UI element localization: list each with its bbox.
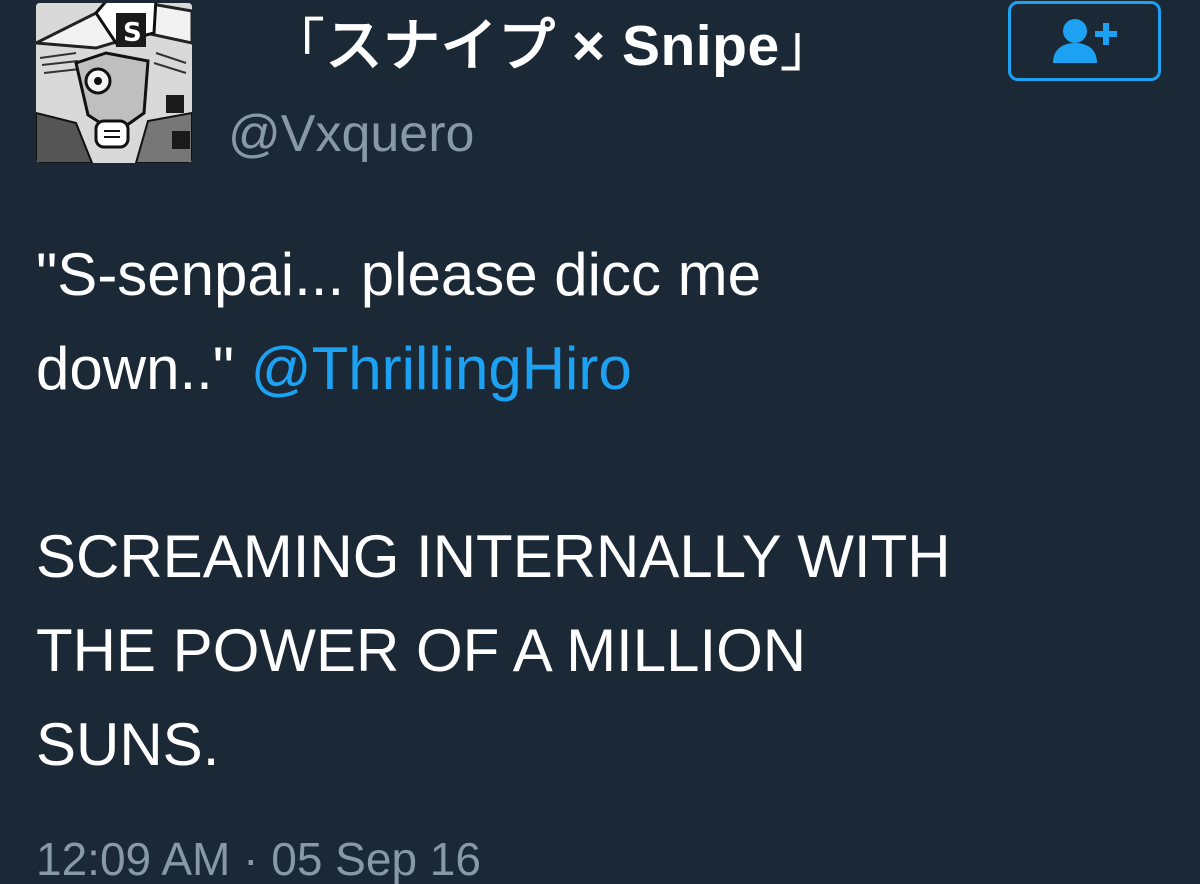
tweet-line-4: THE POWER OF A MILLION — [36, 617, 807, 684]
avatar[interactable]: S — [36, 3, 192, 163]
tweet-card: S 「スナイプ × Snipe」 @Vxquero "S-senpai... p… — [0, 0, 1200, 884]
display-name-close-bracket: 」 — [779, 14, 838, 78]
svg-text:S: S — [123, 18, 142, 48]
tweet-text: "S-senpai... please dicc me down.." @Thr… — [36, 228, 1176, 792]
tweet-line-2: down.." @ThrillingHiro — [36, 322, 1176, 416]
display-name-open-bracket: 「 — [268, 14, 326, 78]
tweet-line-3: SCREAMING INTERNALLY WITH — [36, 523, 951, 590]
display-name-text: スナイプ × Snipe — [325, 14, 780, 78]
tweet-line-2-text: down.." — [36, 335, 251, 402]
follow-button[interactable] — [1008, 1, 1161, 81]
display-name[interactable]: 「スナイプ × Snipe」 — [268, 18, 837, 75]
tweet-timestamp[interactable]: 12:09 AM · 05 Sep 16 — [36, 836, 481, 882]
add-user-icon — [1052, 19, 1117, 63]
tweet-line-1: "S-senpai... please dicc me — [36, 241, 761, 308]
user-handle[interactable]: @Vxquero — [228, 108, 474, 160]
mention-link[interactable]: @ThrillingHiro — [251, 335, 632, 402]
tweet-line-5: SUNS. — [36, 711, 220, 778]
manga-avatar-icon: S — [36, 3, 192, 163]
